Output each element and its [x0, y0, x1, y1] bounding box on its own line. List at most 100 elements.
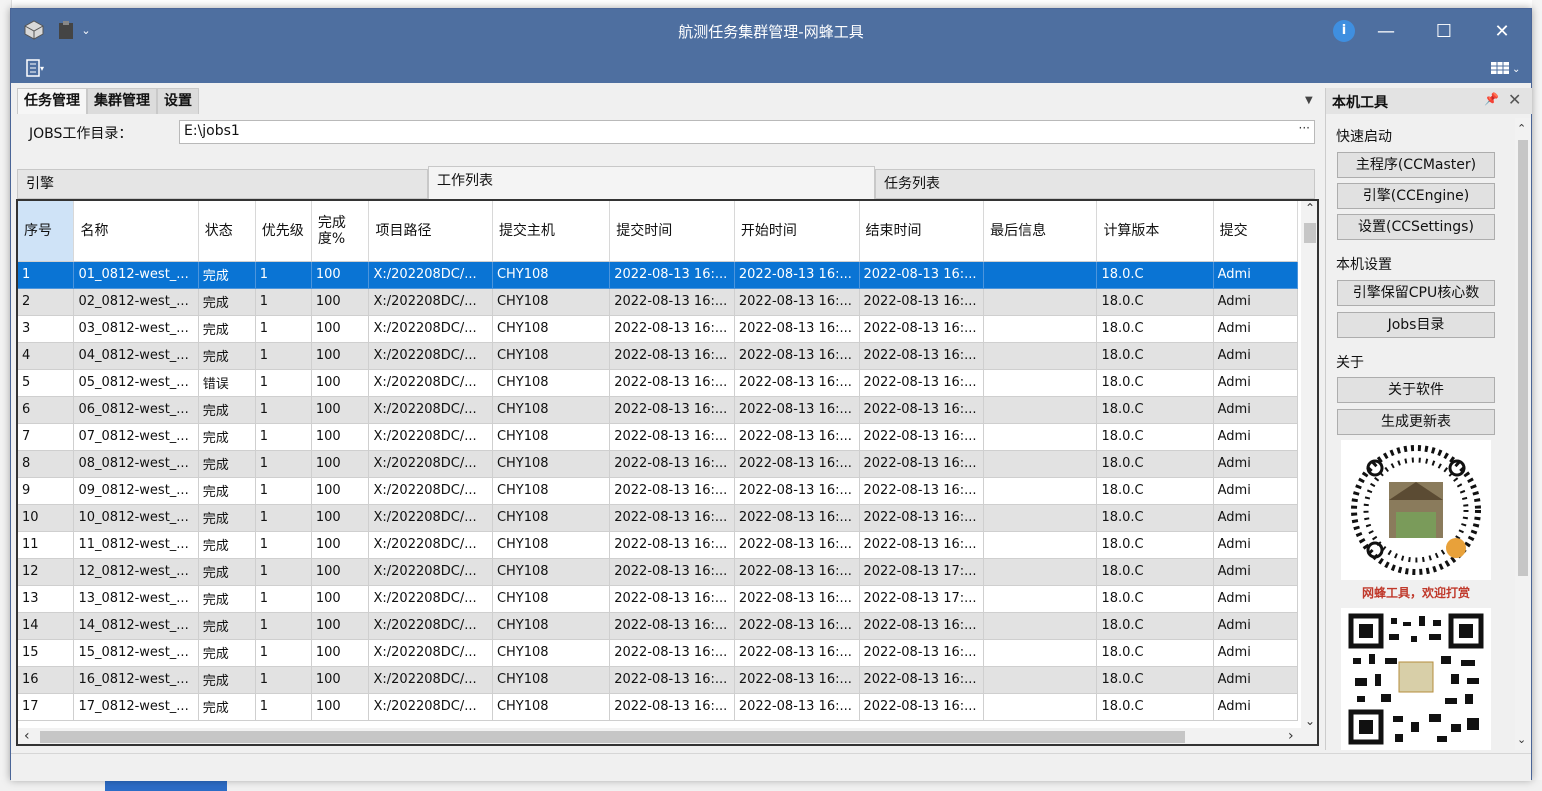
table-cell[interactable]: Admi [1213, 450, 1298, 478]
table-cell[interactable]: 1 [255, 450, 312, 478]
table-cell[interactable]: 01_0812-west_... [73, 261, 199, 289]
table-cell[interactable]: 1 [255, 342, 312, 370]
table-cell[interactable]: 1 [255, 288, 312, 316]
table-cell[interactable]: 4 [18, 342, 75, 370]
table-cell[interactable]: 完成 [198, 288, 256, 316]
scroll-up-icon[interactable]: ⌃ [1301, 201, 1317, 215]
table-cell[interactable]: 完成 [198, 612, 256, 640]
table-cell[interactable]: 2022-08-13 16:... [609, 423, 735, 451]
table-cell[interactable]: Admi [1213, 342, 1298, 370]
table-cell[interactable]: X:/202208DC/... [368, 639, 493, 667]
table-cell[interactable]: 2022-08-13 16:... [609, 261, 735, 289]
table-cell[interactable]: 100 [311, 612, 370, 640]
column-header[interactable]: 完成度% [311, 201, 370, 262]
table-cell[interactable]: 13_0812-west_... [73, 585, 199, 613]
table-cell[interactable]: Admi [1213, 369, 1298, 397]
table-cell[interactable]: 09_0812-west_... [73, 477, 199, 505]
table-cell[interactable]: 100 [311, 396, 370, 424]
table-cell[interactable]: 2022-08-13 16:... [609, 666, 735, 694]
column-header[interactable]: 开始时间 [734, 201, 860, 262]
table-row[interactable]: 6 06_0812-west_... 完成 1 100 X:/202208DC/... CH… [18, 396, 1298, 424]
table-row[interactable]: 13 13_0812-west_... 完成 1 100 X:/202208DC/... C… [18, 585, 1298, 613]
column-header[interactable]: 序号 [18, 201, 75, 262]
table-row[interactable]: 8 08_0812-west_... 完成 1 100 X:/202208DC/... CH… [18, 450, 1298, 478]
side-scroll-thumb[interactable] [1518, 140, 1528, 576]
table-cell[interactable]: CHY108 [492, 693, 611, 721]
table-cell[interactable]: 2022-08-13 16:... [734, 639, 860, 667]
table-cell[interactable]: CHY108 [492, 342, 611, 370]
jobs-dir-button[interactable]: Jobs目录 [1337, 312, 1495, 338]
table-cell[interactable]: 14 [18, 612, 75, 640]
table-layout-icon[interactable]: ⌄ [1489, 57, 1523, 79]
table-cell[interactable]: 完成 [198, 477, 256, 505]
table-cell[interactable]: 完成 [198, 423, 256, 451]
table-cell[interactable]: 2022-08-13 16:... [859, 342, 985, 370]
table-cell[interactable]: 2022-08-13 17:... [859, 558, 985, 586]
table-cell[interactable]: CHY108 [492, 585, 611, 613]
table-cell[interactable]: X:/202208DC/... [368, 396, 493, 424]
table-cell[interactable]: X:/202208DC/... [368, 531, 493, 559]
table-row[interactable]: 17 17_0812-west_... 完成 1 100 X:/202208DC/... C… [18, 693, 1298, 721]
table-cell[interactable]: 10_0812-west_... [73, 504, 199, 532]
table-cell[interactable]: 11 [18, 531, 75, 559]
table-cell[interactable]: 2022-08-13 16:... [859, 369, 985, 397]
table-cell[interactable]: 2022-08-13 16:... [609, 288, 735, 316]
table-cell[interactable]: 1 [255, 504, 312, 532]
panel-close-icon[interactable]: ✕ [1508, 90, 1521, 109]
table-row[interactable]: 5 05_0812-west_... 错误 1 100 X:/202208DC/... CH… [18, 369, 1298, 397]
table-row[interactable]: 4 04_0812-west_... 完成 1 100 X:/202208DC/... CH… [18, 342, 1298, 370]
table-cell[interactable]: CHY108 [492, 666, 611, 694]
table-cell[interactable]: CHY108 [492, 558, 611, 586]
ccengine-button[interactable]: 引擎(CCEngine) [1337, 183, 1495, 209]
table-cell[interactable]: 2022-08-13 16:... [609, 450, 735, 478]
table-cell[interactable]: 15 [18, 639, 75, 667]
table-cell[interactable]: Admi [1213, 639, 1298, 667]
table-cell[interactable]: 2022-08-13 16:... [859, 531, 985, 559]
table-cell[interactable]: X:/202208DC/... [368, 477, 493, 505]
table-cell[interactable]: Admi [1213, 504, 1298, 532]
table-cell[interactable]: 1 [255, 396, 312, 424]
column-header[interactable]: 提交主机 [492, 201, 611, 262]
table-cell[interactable]: 6 [18, 396, 75, 424]
table-cell[interactable]: 18.0.C [1096, 423, 1214, 451]
table-cell[interactable]: 2022-08-13 16:... [609, 693, 735, 721]
table-cell[interactable]: 18.0.C [1096, 504, 1214, 532]
table-cell[interactable] [983, 369, 1098, 397]
side-scroll-up-icon[interactable]: ⌃ [1517, 122, 1526, 135]
column-header[interactable]: 优先级 [255, 201, 312, 262]
table-cell[interactable]: X:/202208DC/... [368, 504, 493, 532]
table-cell[interactable]: CHY108 [492, 531, 611, 559]
table-cell[interactable]: Admi [1213, 477, 1298, 505]
table-cell[interactable]: Admi [1213, 558, 1298, 586]
table-cell[interactable]: 完成 [198, 585, 256, 613]
table-cell[interactable]: 18.0.C [1096, 639, 1214, 667]
table-cell[interactable]: 2022-08-13 16:... [734, 396, 860, 424]
table-cell[interactable] [983, 558, 1098, 586]
column-header[interactable]: 提交 [1213, 201, 1298, 262]
table-cell[interactable]: 完成 [198, 504, 256, 532]
table-cell[interactable] [983, 531, 1098, 559]
subtab-engine[interactable]: 引擎 [17, 169, 428, 199]
table-cell[interactable]: 100 [311, 423, 370, 451]
table-cell[interactable]: 03_0812-west_... [73, 315, 199, 343]
table-row[interactable]: 2 02_0812-west_... 完成 1 100 X:/202208DC/... CH… [18, 288, 1298, 316]
column-header[interactable]: 计算版本 [1096, 201, 1214, 262]
table-cell[interactable]: CHY108 [492, 477, 611, 505]
vertical-scroll-thumb[interactable] [1304, 223, 1316, 243]
table-cell[interactable]: Admi [1213, 666, 1298, 694]
horizontal-scrollbar[interactable]: ‹ › [18, 728, 1317, 744]
table-cell[interactable]: 1 [255, 477, 312, 505]
table-cell[interactable]: 1 [255, 315, 312, 343]
scroll-right-icon[interactable]: › [1288, 728, 1294, 744]
table-cell[interactable]: 10 [18, 504, 75, 532]
table-cell[interactable]: 1 [255, 531, 312, 559]
scroll-left-icon[interactable]: ‹ [24, 728, 30, 744]
table-cell[interactable]: 100 [311, 666, 370, 694]
table-cell[interactable]: 2022-08-13 16:... [859, 477, 985, 505]
table-cell[interactable]: 5 [18, 369, 75, 397]
table-cell[interactable]: 2022-08-13 16:... [734, 612, 860, 640]
table-row[interactable]: 16 16_0812-west_... 完成 1 100 X:/202208DC/... C… [18, 666, 1298, 694]
table-cell[interactable]: X:/202208DC/... [368, 612, 493, 640]
table-cell[interactable]: 100 [311, 558, 370, 586]
table-cell[interactable]: 18.0.C [1096, 288, 1214, 316]
